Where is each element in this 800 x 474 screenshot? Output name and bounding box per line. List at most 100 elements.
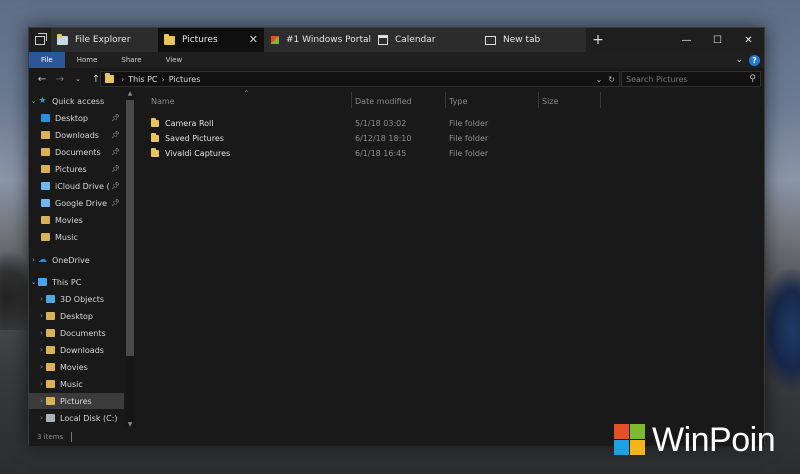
nav-qa-downloads[interactable]: Downloads 📌︎ (29, 127, 136, 143)
collapsed-chevron-icon[interactable]: › (37, 363, 46, 371)
ribbon-tab-view[interactable]: View (154, 52, 195, 68)
column-divider[interactable] (351, 92, 352, 108)
tab-pictures[interactable]: Pictures ✕ (158, 28, 265, 52)
breadcrumb-this-pc[interactable]: This PC (128, 75, 157, 84)
nav-pc-3d-objects[interactable]: › 3D Objects (29, 291, 136, 307)
music-icon (46, 380, 55, 388)
close-button[interactable]: ✕ (733, 28, 764, 52)
nav-pc-desktop[interactable]: › Desktop (29, 308, 136, 324)
column-name[interactable]: Name (151, 97, 175, 106)
nav-qa-movies[interactable]: Movies (29, 212, 136, 228)
nav-pc-pictures[interactable]: › Pictures (29, 393, 124, 409)
collapsed-chevron-icon[interactable]: › (37, 397, 46, 405)
minimize-button[interactable]: — (671, 28, 702, 52)
tab-label: Pictures (182, 35, 218, 45)
collapsed-chevron-icon[interactable]: › (37, 312, 46, 320)
collapsed-chevron-icon[interactable]: › (37, 414, 46, 422)
nav-quick-access[interactable]: ⌄ ★ Quick access (29, 93, 136, 109)
expanded-chevron-icon[interactable]: ⌄ (29, 278, 38, 286)
column-divider[interactable] (538, 92, 539, 108)
column-size[interactable]: Size (542, 97, 558, 106)
nav-pc-downloads[interactable]: › Downloads (29, 342, 136, 358)
downloads-icon (46, 346, 55, 354)
breadcrumb-pictures[interactable]: Pictures (169, 75, 201, 84)
scroll-thumb[interactable] (126, 100, 134, 356)
tab-label: File Explorer (75, 35, 131, 45)
desktop-icon (46, 312, 55, 320)
nav-qa-google-drive[interactable]: Google Drive 📌︎ (29, 195, 136, 211)
search-input[interactable]: Search Pictures ⚲ (621, 71, 761, 87)
back-arrow-icon[interactable]: ← (33, 74, 51, 85)
tab-calendar[interactable]: Calendar (372, 28, 479, 52)
tab-new-tab[interactable]: New tab (479, 28, 586, 52)
nav-pc-movies[interactable]: › Movies (29, 359, 136, 375)
file-row[interactable]: Camera Roll 5/1/18 03:02 File folder (151, 116, 751, 131)
movies-icon (46, 363, 55, 371)
nav-qa-icloud-drive[interactable]: iCloud Drive ( 📌︎ (29, 178, 136, 194)
nav-pc-music[interactable]: › Music (29, 376, 136, 392)
new-tab-icon (485, 35, 496, 45)
collapsed-chevron-icon[interactable]: › (37, 329, 46, 337)
scroll-up-icon[interactable]: ▲ (125, 90, 135, 97)
expand-ribbon-icon[interactable]: ⌄ (735, 55, 743, 65)
column-type[interactable]: Type (449, 97, 467, 106)
tab-label: Calendar (395, 35, 436, 45)
nav-this-pc[interactable]: ⌄ This PC (29, 274, 136, 290)
cloud-icon: ☁ (38, 255, 47, 265)
ribbon-tab-share[interactable]: Share (109, 52, 153, 68)
caption-buttons: — ☐ ✕ (671, 28, 764, 52)
nav-qa-desktop[interactable]: Desktop 📌︎ (29, 110, 136, 126)
refresh-icon[interactable]: ↻ (608, 75, 615, 84)
file-name: Saved Pictures (165, 134, 224, 143)
pin-icon: 📌︎ (111, 148, 120, 156)
nav-qa-music[interactable]: Music (29, 229, 136, 245)
close-tab-icon[interactable]: ✕ (249, 33, 258, 46)
nav-label: This PC (52, 277, 82, 287)
column-divider[interactable] (600, 92, 601, 108)
folder-icon (57, 33, 68, 45)
nav-label: Pictures (55, 164, 87, 174)
nav-label: Quick access (52, 96, 105, 106)
file-date: 6/1/18 16:45 (355, 149, 407, 158)
recent-locations-chevron-icon[interactable]: ⌄ (69, 75, 87, 83)
collapsed-chevron-icon[interactable]: › (37, 380, 46, 388)
collapsed-chevron-icon[interactable]: › (29, 256, 38, 264)
nav-scrollbar[interactable]: ▲ ▼ (125, 90, 135, 428)
column-date-modified[interactable]: Date modified (355, 97, 412, 106)
nav-pc-documents[interactable]: › Documents (29, 325, 136, 341)
nav-pc-local-disk[interactable]: › Local Disk (C:) (29, 410, 136, 426)
help-icon[interactable]: ? (749, 54, 760, 66)
nav-label: Music (60, 379, 83, 389)
logo-text: WinPoin (652, 421, 776, 459)
file-date: 6/12/18 18:10 (355, 134, 412, 143)
scroll-down-icon[interactable]: ▼ (125, 421, 135, 428)
column-headers: ^ Name Date modified Type Size (137, 90, 764, 112)
task-view-button[interactable] (29, 28, 51, 52)
nav-qa-documents[interactable]: Documents 📌︎ (29, 144, 136, 160)
folder-icon (151, 148, 159, 157)
add-tab-button[interactable]: + (586, 28, 610, 52)
folder-icon (151, 118, 159, 127)
file-row[interactable]: Saved Pictures 6/12/18 18:10 File folder (151, 131, 751, 146)
expanded-chevron-icon[interactable]: ⌄ (29, 97, 38, 105)
tab-winpoin[interactable]: #1 Windows Portal I (265, 28, 372, 52)
nav-label: Downloads (60, 345, 104, 355)
collapsed-chevron-icon[interactable]: › (37, 346, 46, 354)
nav-onedrive[interactable]: › ☁ OneDrive (29, 252, 136, 268)
nav-qa-pictures[interactable]: Pictures 📌︎ (29, 161, 136, 177)
tab-file-explorer[interactable]: File Explorer (51, 28, 158, 52)
forward-arrow-icon[interactable]: → (51, 74, 69, 85)
collapsed-chevron-icon[interactable]: › (37, 295, 46, 303)
nav-label: Downloads (55, 130, 99, 140)
pictures-icon (46, 397, 55, 405)
hard-disk-icon (46, 414, 55, 422)
maximize-button[interactable]: ☐ (702, 28, 733, 52)
documents-icon (41, 148, 50, 156)
pin-icon: 📌︎ (111, 131, 120, 139)
address-box[interactable]: › This PC › Pictures ⌄ ↻ (100, 71, 620, 87)
ribbon-tab-file[interactable]: File (29, 52, 65, 68)
column-divider[interactable] (445, 92, 446, 108)
file-row[interactable]: Vivaldi Captures 6/1/18 16:45 File folde… (151, 146, 751, 161)
address-dropdown-icon[interactable]: ⌄ (596, 75, 603, 84)
ribbon-tab-home[interactable]: Home (65, 52, 110, 68)
